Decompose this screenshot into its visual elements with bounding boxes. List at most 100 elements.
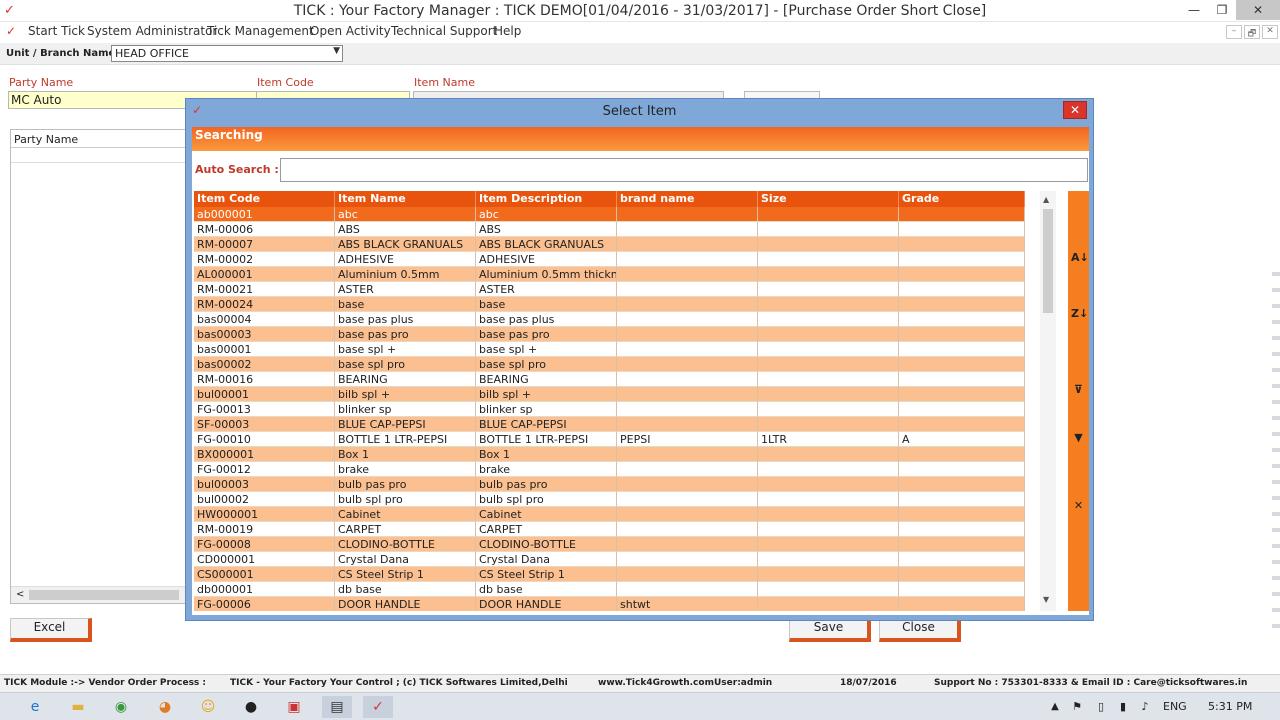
size-cell — [758, 417, 899, 432]
auto-search-input[interactable] — [280, 158, 1088, 182]
scroll-thumb[interactable] — [29, 590, 179, 600]
size-cell — [758, 522, 899, 537]
dialog-close-button[interactable]: ✕ — [1063, 101, 1087, 119]
restore-button[interactable]: ❐ — [1206, 0, 1238, 20]
item-row[interactable]: RM-00021 ASTER ASTER — [194, 282, 1025, 297]
item-row[interactable]: RM-00006 ABS ABS — [194, 222, 1025, 237]
recorder-icon[interactable]: ▣ — [279, 696, 309, 718]
tick-menu-icon[interactable]: ✓ — [6, 24, 16, 38]
brand-name-cell — [617, 492, 758, 507]
item-row[interactable]: AL000001 Aluminium 0.5mm Aluminium 0.5mm t… — [194, 267, 1025, 282]
item-row[interactable]: db000001 db base db base — [194, 582, 1025, 597]
close-button[interactable]: Close — [879, 618, 961, 642]
size-cell — [758, 387, 899, 402]
item-row[interactable]: bul00003 bulb pas pro bulb pas pro — [194, 477, 1025, 492]
item-row[interactable]: bas00001 base spl + base spl + — [194, 342, 1025, 357]
sort-asc-icon[interactable]: A↓ — [1071, 251, 1089, 264]
select-item-dialog: ✓ Select Item ✕ Searching Auto Search : … — [185, 98, 1094, 621]
item-row[interactable]: FG-00012 brake brake — [194, 462, 1025, 477]
item-row[interactable]: FG-00008 CLODINO-BOTTLE CLODINO-BOTTLE — [194, 537, 1025, 552]
brand-name-cell — [617, 582, 758, 597]
brand-name-cell — [617, 312, 758, 327]
item-description-cell: Box 1 — [476, 447, 617, 462]
filter-icon[interactable]: ▼ — [1071, 431, 1086, 444]
item-row[interactable]: bul00001 bilb spl + bilb spl + — [194, 387, 1025, 402]
tick-app-icon[interactable]: ✓ — [363, 696, 393, 718]
menu-start-tick[interactable]: Start Tick — [28, 24, 85, 38]
remove-icon[interactable]: ✕ — [1071, 499, 1086, 512]
item-name-cell: CARPET — [335, 522, 476, 537]
item-row[interactable]: bul00002 bulb spl pro bulb spl pro — [194, 492, 1025, 507]
vertical-scroll-thumb[interactable] — [1043, 209, 1053, 313]
party-grid-row[interactable] — [11, 148, 185, 163]
horizontal-scrollbar[interactable]: < — [11, 586, 185, 603]
brand-name-cell — [617, 207, 758, 222]
item-row[interactable]: FG-00013 blinker sp blinker sp — [194, 402, 1025, 417]
item-code-cell: CS000001 — [194, 567, 335, 582]
size-cell — [758, 327, 899, 342]
item-row[interactable]: RM-00019 CARPET CARPET — [194, 522, 1025, 537]
excel-button[interactable]: Excel — [10, 618, 92, 642]
item-row[interactable]: CD000001 Crystal Dana Crystal Dana — [194, 552, 1025, 567]
col-size-header[interactable]: Size — [758, 191, 899, 207]
scroll-down-icon[interactable]: ▼ — [1043, 595, 1049, 604]
size-cell — [758, 222, 899, 237]
background-window-edge — [1272, 260, 1280, 640]
item-name-cell: bulb spl pro — [335, 492, 476, 507]
item-row[interactable]: RM-00002 ADHESIVE ADHESIVE — [194, 252, 1025, 267]
brand-name-cell: shtwt — [617, 597, 758, 611]
item-row[interactable]: bas00002 base spl pro base spl pro — [194, 357, 1025, 372]
language-indicator[interactable]: ENG — [1163, 700, 1187, 713]
item-row[interactable]: RM-00024 base base — [194, 297, 1025, 312]
item-row[interactable]: bas00003 base pas pro base pas pro — [194, 327, 1025, 342]
mdi-close-button[interactable]: ✕ — [1262, 25, 1278, 39]
save-button[interactable]: Save — [789, 618, 871, 642]
app-icon[interactable]: ☺ — [193, 696, 223, 718]
chevron-down-icon[interactable]: ▼ — [333, 46, 340, 56]
brand-name-cell — [617, 237, 758, 252]
item-row[interactable]: RM-00016 BEARING BEARING — [194, 372, 1025, 387]
item-row[interactable]: bas00004 base pas plus base pas plus — [194, 312, 1025, 327]
volume-icon[interactable]: ♪ — [1130, 696, 1160, 718]
item-code-cell: bas00004 — [194, 312, 335, 327]
status-website[interactable]: www.Tick4Growth.com — [598, 678, 714, 688]
item-name-cell: DOOR HANDLE — [335, 597, 476, 611]
internet-explorer-icon[interactable]: e — [20, 696, 50, 718]
clock[interactable]: 5:31 PM — [1208, 700, 1252, 713]
sort-desc-icon[interactable]: Z↓ — [1071, 307, 1088, 320]
item-name-cell: Cabinet — [335, 507, 476, 522]
item-row[interactable]: FG-00006 DOOR HANDLE DOOR HANDLE shtwt — [194, 597, 1025, 611]
clear-filter-icon[interactable]: ⊽ — [1071, 383, 1086, 396]
menu-open-activity[interactable]: Open Activity — [310, 24, 391, 38]
col-brand-name-header[interactable]: brand name — [617, 191, 758, 207]
col-item-description-header[interactable]: Item Description — [476, 191, 617, 207]
item-row[interactable]: CS000001 CS Steel Strip 1 CS Steel Strip 1 — [194, 567, 1025, 582]
item-row[interactable]: RM-00007 ABS BLACK GRANUALS ABS BLACK GRAN… — [194, 237, 1025, 252]
unit-select[interactable]: HEAD OFFICE ▼ — [111, 45, 343, 62]
item-row[interactable]: BX000001 Box 1 Box 1 — [194, 447, 1025, 462]
chrome-icon[interactable]: ◉ — [106, 696, 136, 718]
scroll-left-icon[interactable]: < — [16, 589, 24, 600]
item-row[interactable]: FG-00010 BOTTLE 1 LTR-PEPSI BOTTLE 1 LTR-P… — [194, 432, 1025, 447]
grade-cell — [899, 327, 1025, 342]
vertical-scrollbar[interactable]: ▲ ▼ — [1040, 191, 1056, 611]
menu-tick-management[interactable]: Tick Management — [207, 24, 314, 38]
firefox-icon[interactable]: ◕ — [150, 696, 180, 718]
menu-help[interactable]: Help — [494, 24, 521, 38]
grade-cell — [899, 447, 1025, 462]
media-icon[interactable]: ● — [236, 696, 266, 718]
mdi-minimize-button[interactable]: – — [1226, 25, 1242, 39]
mdi-restore-button[interactable]: 🗗 — [1244, 25, 1260, 39]
menu-system-administrator[interactable]: System Administrator — [87, 24, 217, 38]
item-row[interactable]: ab000001 abc abc — [194, 207, 1025, 222]
col-grade-header[interactable]: Grade — [899, 191, 1025, 207]
item-row[interactable]: SF-00003 BLUE CAP-PEPSI BLUE CAP-PEPSI — [194, 417, 1025, 432]
scroll-up-icon[interactable]: ▲ — [1043, 195, 1049, 204]
item-row[interactable]: HW000001 Cabinet Cabinet — [194, 507, 1025, 522]
close-window-button[interactable]: ✕ — [1236, 0, 1280, 20]
col-item-code-header[interactable]: Item Code — [194, 191, 335, 207]
save-disk-icon[interactable]: ▤ — [322, 696, 352, 718]
file-explorer-icon[interactable]: ▬ — [63, 696, 93, 718]
col-item-name-header[interactable]: Item Name — [335, 191, 476, 207]
menu-technical-support[interactable]: Technical Support — [391, 24, 497, 38]
